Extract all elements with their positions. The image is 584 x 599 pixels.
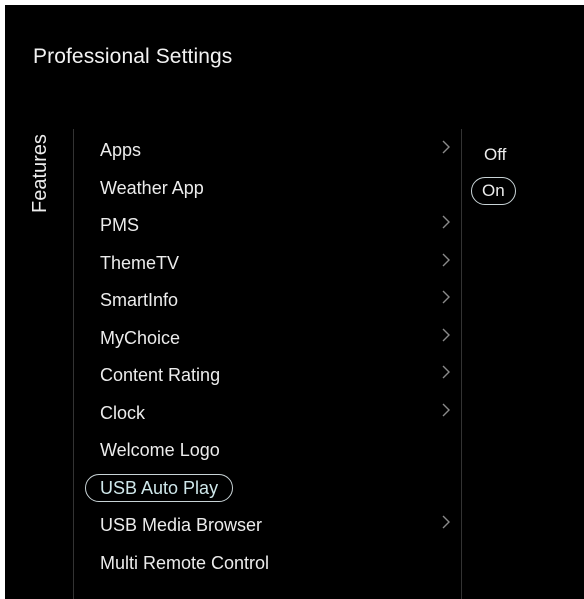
options-list: Off On [471,141,519,213]
menu-item-smartinfo[interactable]: SmartInfo [85,286,457,324]
menu-item-usb-auto-play[interactable]: USB Auto Play [85,473,457,512]
menu-item-label: Multi Remote Control [100,552,270,573]
chevron-right-icon [442,403,450,416]
chevron-right-icon [442,365,450,379]
right-divider [461,129,462,599]
menu-item-label: MyChoice [100,327,181,348]
menu-item-label: Content Rating [100,365,221,385]
menu-item-label: Welcome Logo [100,440,220,460]
menu-item-label: USB Auto Play [85,473,234,502]
left-divider [73,129,74,599]
menu-item-label: SmartInfo [100,290,179,310]
menu-item-usb-media-browser[interactable]: USB Media Browser [85,511,457,549]
chevron-right-icon [442,140,450,154]
menu-item-label: Clock [100,402,146,423]
option-label: Off [484,145,507,164]
menu-item-mychoice[interactable]: MyChoice [85,324,457,362]
section-label-features: Features [29,134,51,213]
option-on[interactable]: On [471,177,519,213]
menu-item-multi-remote-control[interactable]: Multi Remote Control [85,549,457,587]
option-label: On [471,177,516,205]
menu-item-pms[interactable]: PMS [85,211,457,249]
menu-item-apps[interactable]: Apps [85,136,457,174]
menu-item-themetv[interactable]: ThemeTV [85,249,457,287]
chevron-right-icon [442,253,450,266]
menu-item-welcome-logo[interactable]: Welcome Logo [85,436,457,474]
chevron-right-icon [442,290,450,304]
chevron-right-icon [442,328,450,341]
menu-item-label: USB Media Browser [100,515,263,535]
menu-item-weather-app[interactable]: Weather App [85,174,457,212]
settings-screen: Professional Settings Features Apps Weat… [5,5,584,599]
menu-item-label: ThemeTV [100,252,180,273]
option-off[interactable]: Off [471,141,519,177]
menu-item-label: Weather App [100,177,204,198]
menu-item-clock[interactable]: Clock [85,399,457,437]
menu-item-content-rating[interactable]: Content Rating [85,361,457,399]
menu-item-label: PMS [100,215,140,235]
chevron-right-icon [442,215,450,229]
chevron-right-icon [442,515,450,529]
features-menu: Apps Weather App PMS ThemeTV SmartInfo M… [85,136,457,586]
page-title: Professional Settings [33,45,233,68]
menu-item-label: Apps [100,140,142,160]
